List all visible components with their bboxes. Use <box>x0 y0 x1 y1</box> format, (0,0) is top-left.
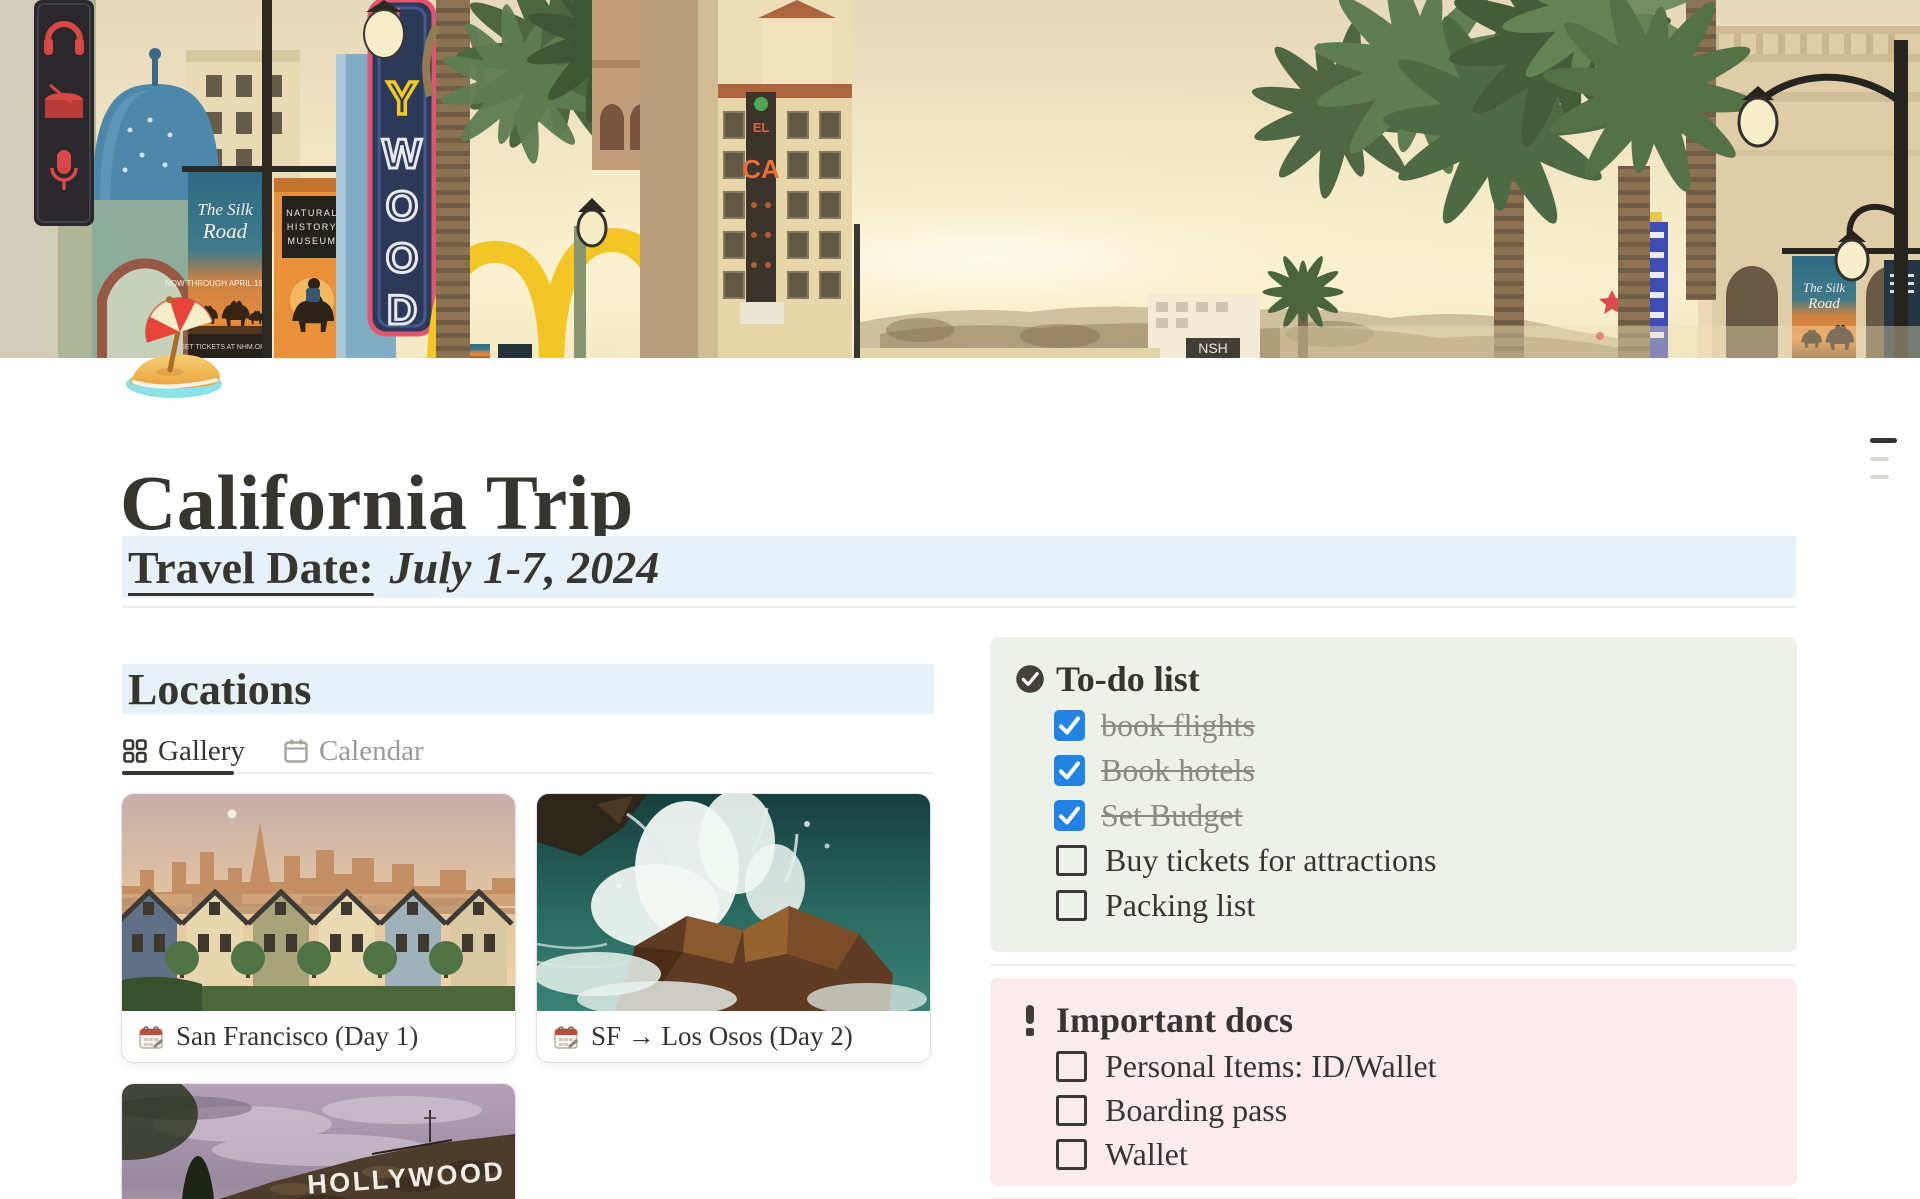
checkbox-unchecked[interactable] <box>1056 1139 1087 1170</box>
card-image-san-francisco <box>122 794 515 1011</box>
sidebar-column: To-do list book flights Book hotels <box>990 637 1797 1199</box>
table-of-contents-indicator[interactable] <box>1870 438 1897 479</box>
checkbox-checked[interactable] <box>1054 755 1085 786</box>
doc-item-label[interactable]: Wallet <box>1105 1136 1188 1173</box>
docs-heading[interactable]: Important docs <box>1056 999 1293 1041</box>
todo-item-label[interactable]: book flights <box>1101 707 1255 744</box>
docs-heading-row: Important docs <box>1014 1000 1773 1040</box>
todo-item-label[interactable]: Book hotels <box>1101 752 1255 789</box>
todo-callout: To-do list book flights Book hotels <box>990 637 1797 952</box>
divider <box>122 606 1796 608</box>
tab-calendar[interactable]: Calendar <box>283 735 424 768</box>
page-title[interactable]: California Trip <box>120 464 634 542</box>
gallery-cards: San Francisco (Day 1) <box>122 794 934 1199</box>
card-image-hollywood: HOLLYWOOD <box>122 1084 515 1199</box>
beach-umbrella-icon <box>124 296 230 402</box>
todo-item: Packing list <box>1054 883 1773 928</box>
card-caption[interactable]: SF → Los Osos (Day 2) <box>591 1021 853 1052</box>
active-tab-underline <box>122 771 234 775</box>
checkbox-unchecked[interactable] <box>1056 1051 1087 1082</box>
doc-item: Boarding pass <box>1054 1088 1773 1132</box>
cover-image[interactable]: NSH <box>0 0 1920 358</box>
doc-item: Wallet <box>1054 1132 1773 1176</box>
todo-item: Set Budget <box>1054 793 1773 838</box>
doc-item: Personal Items: ID/Wallet <box>1054 1044 1773 1088</box>
view-tabs: Gallery Calendar <box>122 730 934 774</box>
exclamation-icon <box>1014 1004 1046 1036</box>
tab-gallery-label: Gallery <box>158 735 245 768</box>
doc-item-label[interactable]: Boarding pass <box>1105 1092 1287 1129</box>
doc-item-label[interactable]: Personal Items: ID/Wallet <box>1105 1048 1437 1085</box>
todo-item-label[interactable]: Packing list <box>1105 887 1255 924</box>
important-docs-callout: Important docs Personal Items: ID/Wallet… <box>990 978 1797 1186</box>
cover-illustration-hollywood-blvd: NSH <box>0 0 1920 358</box>
checkbox-unchecked[interactable] <box>1056 1095 1087 1126</box>
todo-heading-row: To-do list <box>1014 659 1773 699</box>
spiral-calendar-icon <box>138 1024 164 1050</box>
todo-heading[interactable]: To-do list <box>1056 658 1200 700</box>
calendar-icon <box>283 738 309 764</box>
checkbox-unchecked[interactable] <box>1056 845 1087 876</box>
spiral-calendar-icon <box>553 1024 579 1050</box>
card-image-ocean <box>537 794 930 1011</box>
card-caption[interactable]: San Francisco (Day 1) <box>176 1021 418 1052</box>
check-circle-icon <box>1014 663 1046 695</box>
card-hollywood[interactable]: HOLLYWOOD <box>122 1084 515 1199</box>
card-caption-row: SF → Los Osos (Day 2) <box>537 1011 930 1062</box>
gallery-grid-icon <box>122 738 148 764</box>
tab-calendar-label: Calendar <box>319 735 424 768</box>
travel-date-value: July 1-7, 2024 <box>390 541 660 594</box>
todo-items: book flights Book hotels Set Budget <box>1054 703 1773 928</box>
divider <box>990 964 1797 966</box>
travel-date-heading[interactable]: Travel Date: July 1-7, 2024 <box>122 536 1796 598</box>
toc-line-active[interactable] <box>1870 438 1897 443</box>
todo-item-label[interactable]: Buy tickets for attractions <box>1105 842 1436 879</box>
toc-line[interactable] <box>1870 457 1889 461</box>
card-san-francisco[interactable]: San Francisco (Day 1) <box>122 794 515 1062</box>
docs-items: Personal Items: ID/Wallet Boarding pass … <box>1054 1044 1773 1176</box>
locations-heading[interactable]: Locations <box>122 664 934 714</box>
todo-item: Book hotels <box>1054 748 1773 793</box>
checkbox-checked[interactable] <box>1054 800 1085 831</box>
locations-section: Locations Gallery <box>122 664 934 1199</box>
todo-item: Buy tickets for attractions <box>1054 838 1773 883</box>
notion-page: NSH <box>0 0 1920 1199</box>
card-sf-los-osos[interactable]: SF → Los Osos (Day 2) <box>537 794 930 1062</box>
todo-item: book flights <box>1054 703 1773 748</box>
todo-item-label[interactable]: Set Budget <box>1101 797 1242 834</box>
tab-gallery[interactable]: Gallery <box>122 735 245 768</box>
toc-line[interactable] <box>1870 475 1889 479</box>
card-caption-row: San Francisco (Day 1) <box>122 1011 515 1062</box>
page-icon-beach-umbrella[interactable] <box>124 296 230 402</box>
travel-date-label: Travel Date: <box>128 541 374 594</box>
checkbox-checked[interactable] <box>1054 710 1085 741</box>
checkbox-unchecked[interactable] <box>1056 890 1087 921</box>
